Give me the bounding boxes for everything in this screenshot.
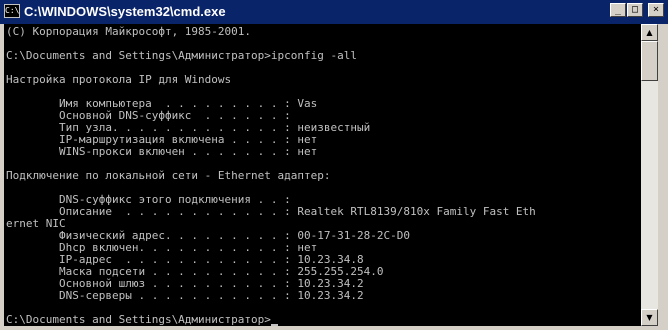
console-output[interactable]: (C) Корпорация Майкрософт, 1985-2001. C:\…	[4, 24, 641, 326]
close-button[interactable]: ×	[648, 3, 664, 17]
console-line: Настройка протокола IP для Windows	[6, 73, 232, 86]
minimize-button[interactable]: _	[610, 3, 626, 17]
console-line: DNS-серверы . . . . . . . . . . . : 10.2…	[6, 289, 364, 302]
vertical-scrollbar[interactable]: ▲ ▼	[641, 24, 658, 326]
console-line: WINS-прокси включен . . . . . . . : нет	[6, 145, 318, 158]
cmd-window: C:\ C:\WINDOWS\system32\cmd.exe _ □ × (C…	[0, 0, 668, 330]
arrow-up-icon[interactable]: ▲	[641, 24, 658, 41]
scroll-thumb[interactable]	[641, 41, 658, 81]
console-line: Подключение по локальной сети - Ethernet…	[6, 169, 331, 182]
title-bar[interactable]: C:\ C:\WINDOWS\system32\cmd.exe _ □ ×	[0, 0, 668, 24]
cmd-prompt-icon[interactable]: C:\	[4, 4, 20, 18]
maximize-button[interactable]: □	[627, 3, 643, 17]
window-title: C:\WINDOWS\system32\cmd.exe	[24, 4, 226, 19]
console-line: (C) Корпорация Майкрософт, 1985-2001.	[6, 25, 252, 38]
arrow-down-icon[interactable]: ▼	[641, 309, 658, 326]
console-line: C:\Documents and Settings\Администратор>	[6, 314, 278, 326]
console-line: Описание . . . . . . . . . . . . : Realt…	[6, 205, 536, 218]
window-frame-bottom	[0, 326, 668, 330]
console-line: C:\Documents and Settings\Администратор>…	[6, 49, 357, 62]
